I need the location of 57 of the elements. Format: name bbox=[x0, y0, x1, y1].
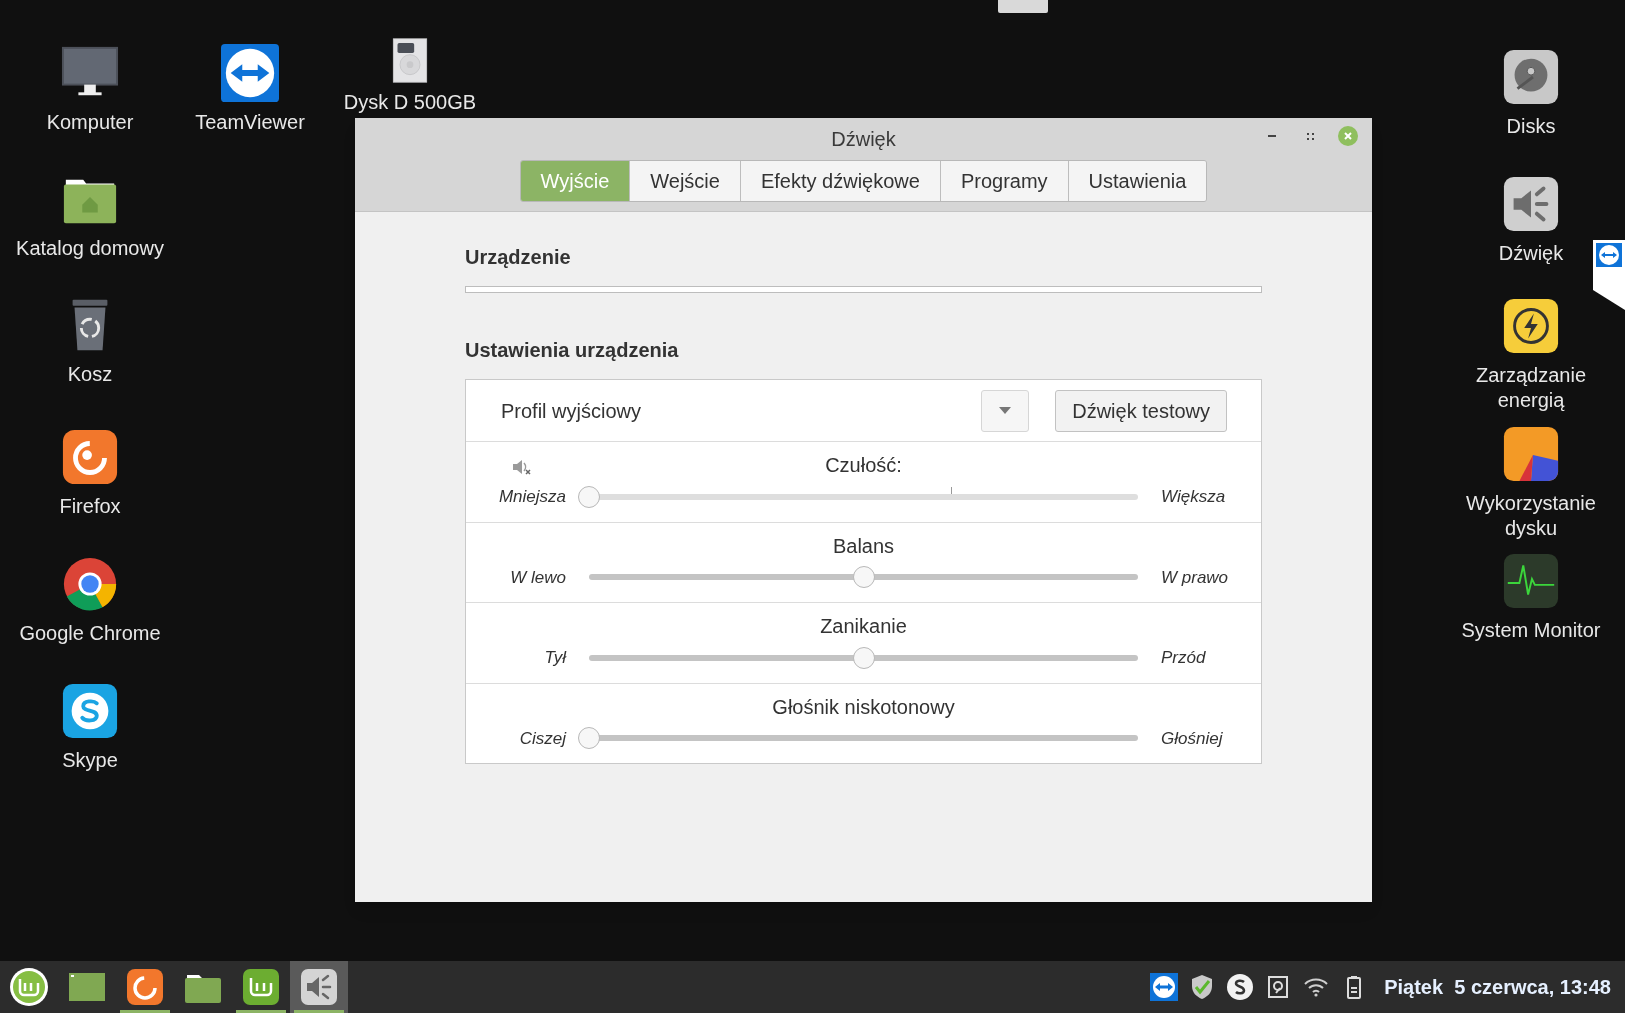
side-tab-icon[interactable] bbox=[1593, 240, 1625, 310]
section-heading: Ustawienia urządzenia bbox=[465, 338, 680, 363]
arrows-icon bbox=[221, 44, 279, 102]
slider-title: Balans bbox=[832, 533, 895, 559]
pie-chart-icon bbox=[1502, 425, 1560, 483]
firefox-icon[interactable] bbox=[125, 967, 165, 1007]
desktop-icon-label[interactable]: Katalog domowy bbox=[16, 236, 164, 261]
slider-min-label: Tył bbox=[543, 647, 568, 669]
slider-thumb[interactable] bbox=[852, 566, 875, 589]
muted-speaker-icon bbox=[512, 458, 532, 476]
firefox-icon bbox=[61, 428, 119, 486]
profile-label: Profil wyjściowy bbox=[501, 398, 643, 424]
desktop-icon-label[interactable]: Skype bbox=[62, 748, 118, 773]
speaker-icon[interactable] bbox=[299, 967, 339, 1007]
desktop-icon-label[interactable]: Wykorzystanie dysku bbox=[1456, 491, 1606, 541]
arrows-icon[interactable] bbox=[1150, 973, 1179, 1001]
tab[interactable]: Efekty dźwiękowe bbox=[739, 161, 940, 201]
tab[interactable]: Ustawienia bbox=[1067, 161, 1207, 201]
slider-max-label: W prawo bbox=[1160, 566, 1230, 589]
slider-thumb[interactable] bbox=[578, 727, 600, 750]
desktop-icon-label[interactable]: System Monitor bbox=[1461, 618, 1601, 643]
slider-max-label: Głośniej bbox=[1160, 727, 1224, 750]
tab[interactable]: Programy bbox=[939, 161, 1068, 201]
chrome-icon bbox=[61, 555, 119, 613]
caret-icon bbox=[999, 407, 1012, 414]
desktop-icon-label[interactable]: Zarządzanie energią bbox=[1456, 363, 1606, 413]
clock[interactable]: Piątek 5 czerwca, 13:48 bbox=[1384, 972, 1611, 1002]
slider-thumb[interactable] bbox=[578, 485, 600, 508]
close-icon bbox=[1343, 131, 1353, 141]
window-title: Dźwięk bbox=[831, 127, 896, 152]
heartbeat-icon bbox=[1502, 552, 1560, 610]
skype-icon[interactable] bbox=[1226, 973, 1255, 1001]
slider-min-label: Ciszej bbox=[518, 727, 568, 750]
tab[interactable]: Wejście bbox=[629, 161, 740, 201]
slider-min-label: W lewo bbox=[509, 566, 567, 589]
slider-title: Zanikanie bbox=[820, 614, 907, 639]
desktop-icon-label[interactable]: Kosz bbox=[67, 362, 113, 387]
slider-min-label: Mniejsza bbox=[497, 486, 567, 508]
section-heading: Urządzenie bbox=[465, 245, 572, 270]
desktop-icon-label[interactable]: Google Chrome bbox=[19, 621, 161, 646]
slider-max-label: Większa bbox=[1160, 486, 1227, 508]
lightning-icon bbox=[1502, 297, 1560, 355]
slider-title: Czułość: bbox=[825, 453, 902, 478]
desktop-icon-label[interactable]: Komputer bbox=[46, 110, 134, 135]
desktop-icon-label[interactable]: Firefox bbox=[59, 494, 121, 519]
skype-icon bbox=[61, 682, 119, 740]
speaker-icon bbox=[1502, 175, 1560, 233]
test-sound-button[interactable]: Dźwięk testowy bbox=[1055, 389, 1227, 432]
desktop-icon-label[interactable]: TeamViewer bbox=[195, 110, 305, 135]
slider-max-label: Przód bbox=[1160, 647, 1207, 669]
desktop-icon-label[interactable]: Dźwięk bbox=[1498, 241, 1564, 266]
slider-title: Głośnik niskotonowy bbox=[772, 694, 955, 720]
desktop-icon-label[interactable]: Dysk D 500GB bbox=[343, 90, 477, 115]
mint-logo-icon[interactable] bbox=[241, 967, 281, 1007]
desktop-icon-label[interactable]: Disks bbox=[1506, 114, 1556, 139]
slider-thumb[interactable] bbox=[852, 646, 875, 669]
menu-icon[interactable] bbox=[9, 967, 49, 1007]
